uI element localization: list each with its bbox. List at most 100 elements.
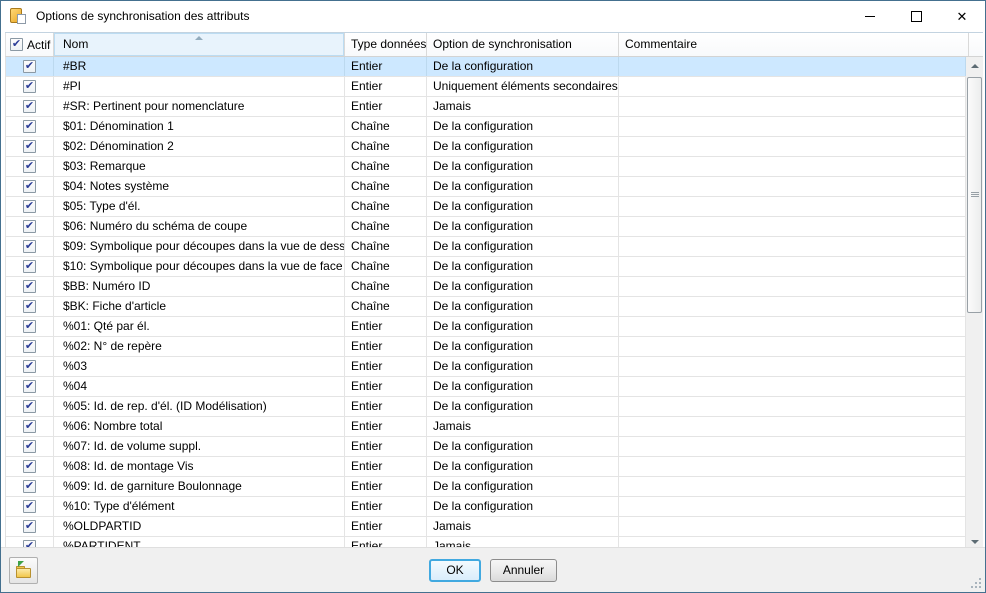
- table-row[interactable]: ✔ %08: Id. de montage Vis Entier De la c…: [6, 457, 966, 477]
- row-checkbox[interactable]: ✔: [23, 100, 36, 113]
- table-row[interactable]: ✔ %06: Nombre total Entier Jamais: [6, 417, 966, 437]
- table-row[interactable]: ✔ #SR: Pertinent pour nomenclature Entie…: [6, 97, 966, 117]
- row-checkbox[interactable]: ✔: [23, 160, 36, 173]
- row-checkbox[interactable]: ✔: [23, 380, 36, 393]
- comment-cell: [619, 237, 966, 256]
- table-row[interactable]: ✔ %03 Entier De la configuration: [6, 357, 966, 377]
- arrow-down-icon: [971, 540, 979, 544]
- table-row[interactable]: ✔ %OLDPARTID Entier Jamais: [6, 517, 966, 537]
- table-row[interactable]: ✔ %09: Id. de garniture Boulonnage Entie…: [6, 477, 966, 497]
- row-checkbox[interactable]: ✔: [23, 500, 36, 513]
- row-checkbox[interactable]: ✔: [23, 400, 36, 413]
- table-row[interactable]: ✔ $06: Numéro du schéma de coupe Chaîne …: [6, 217, 966, 237]
- table-row[interactable]: ✔ %05: Id. de rep. d'él. (ID Modélisatio…: [6, 397, 966, 417]
- column-header-nom[interactable]: Nom: [54, 33, 345, 56]
- row-checkbox[interactable]: ✔: [23, 60, 36, 73]
- table-row[interactable]: ✔ %04 Entier De la configuration: [6, 377, 966, 397]
- sync-option-cell: De la configuration: [427, 357, 619, 376]
- row-checkbox[interactable]: ✔: [23, 300, 36, 313]
- close-button[interactable]: ✕: [939, 1, 985, 31]
- comment-cell: [619, 397, 966, 416]
- maximize-icon: [911, 11, 922, 22]
- attribute-type-cell: Chaîne: [345, 217, 427, 236]
- import-config-button[interactable]: [9, 557, 38, 584]
- minimize-button[interactable]: [847, 1, 893, 31]
- row-checkbox[interactable]: ✔: [23, 140, 36, 153]
- vertical-scrollbar[interactable]: [966, 57, 983, 550]
- column-header-actif[interactable]: ✔ Actif: [6, 33, 54, 56]
- maximize-button[interactable]: [893, 1, 939, 31]
- attribute-type-cell: Chaîne: [345, 157, 427, 176]
- row-checkbox-cell: ✔: [6, 497, 54, 516]
- check-icon: ✔: [25, 121, 34, 132]
- attribute-name-cell: $01: Dénomination 1: [54, 117, 345, 136]
- attribute-type-cell: Entier: [345, 417, 427, 436]
- sync-option-cell: De la configuration: [427, 177, 619, 196]
- row-checkbox[interactable]: ✔: [23, 440, 36, 453]
- column-header-type[interactable]: Type données: [345, 33, 427, 56]
- table-row[interactable]: ✔ $BB: Numéro ID Chaîne De la configurat…: [6, 277, 966, 297]
- sync-option-cell: De la configuration: [427, 317, 619, 336]
- scroll-up-button[interactable]: [966, 57, 983, 74]
- column-header-sync-label: Option de synchronisation: [433, 37, 572, 51]
- check-icon: ✔: [25, 201, 34, 212]
- table-row[interactable]: ✔ $01: Dénomination 1 Chaîne De la confi…: [6, 117, 966, 137]
- column-header-actif-label: Actif: [27, 34, 50, 56]
- attribute-name-cell: %05: Id. de rep. d'él. (ID Modélisation): [54, 397, 345, 416]
- row-checkbox-cell: ✔: [6, 177, 54, 196]
- column-header-sync[interactable]: Option de synchronisation: [427, 33, 619, 56]
- row-checkbox[interactable]: ✔: [23, 220, 36, 233]
- table-row[interactable]: ✔ %01: Qté par él. Entier De la configur…: [6, 317, 966, 337]
- sync-option-cell: De la configuration: [427, 337, 619, 356]
- column-header-nom-label: Nom: [63, 37, 88, 51]
- table-row[interactable]: ✔ $04: Notes système Chaîne De la config…: [6, 177, 966, 197]
- row-checkbox[interactable]: ✔: [23, 520, 36, 533]
- check-icon: ✔: [25, 401, 34, 412]
- row-checkbox[interactable]: ✔: [23, 420, 36, 433]
- row-checkbox[interactable]: ✔: [23, 200, 36, 213]
- row-checkbox-cell: ✔: [6, 317, 54, 336]
- table-row[interactable]: ✔ %10: Type d'élément Entier De la confi…: [6, 497, 966, 517]
- table-row[interactable]: ✔ $05: Type d'él. Chaîne De la configura…: [6, 197, 966, 217]
- row-checkbox[interactable]: ✔: [23, 320, 36, 333]
- table-row[interactable]: ✔ $10: Symbolique pour découpes dans la …: [6, 257, 966, 277]
- row-checkbox-cell: ✔: [6, 157, 54, 176]
- sync-option-cell: De la configuration: [427, 197, 619, 216]
- row-checkbox[interactable]: ✔: [23, 80, 36, 93]
- attribute-name-cell: %02: N° de repère: [54, 337, 345, 356]
- table-row[interactable]: ✔ #BR Entier De la configuration: [6, 57, 966, 77]
- table-row[interactable]: ✔ #PI Entier Uniquement éléments seconda…: [6, 77, 966, 97]
- comment-cell: [619, 297, 966, 316]
- resize-grip[interactable]: [969, 576, 982, 589]
- row-checkbox-cell: ✔: [6, 377, 54, 396]
- table-row[interactable]: ✔ $BK: Fiche d'article Chaîne De la conf…: [6, 297, 966, 317]
- table-row[interactable]: ✔ %07: Id. de volume suppl. Entier De la…: [6, 437, 966, 457]
- attribute-type-cell: Chaîne: [345, 117, 427, 136]
- sync-option-cell: Jamais: [427, 417, 619, 436]
- cancel-button[interactable]: Annuler: [490, 559, 557, 582]
- table-row[interactable]: ✔ %02: N° de repère Entier De la configu…: [6, 337, 966, 357]
- row-checkbox[interactable]: ✔: [23, 180, 36, 193]
- sync-option-cell: Jamais: [427, 97, 619, 116]
- sync-option-cell: De la configuration: [427, 297, 619, 316]
- row-checkbox[interactable]: ✔: [23, 360, 36, 373]
- row-checkbox[interactable]: ✔: [23, 460, 36, 473]
- row-checkbox[interactable]: ✔: [23, 340, 36, 353]
- check-icon: ✔: [25, 81, 34, 92]
- ok-button[interactable]: OK: [429, 559, 481, 582]
- row-checkbox[interactable]: ✔: [23, 120, 36, 133]
- sync-option-cell: De la configuration: [427, 497, 619, 516]
- check-icon: ✔: [12, 39, 21, 50]
- select-all-checkbox[interactable]: ✔: [10, 38, 23, 51]
- window-title: Options de synchronisation des attributs: [36, 9, 249, 23]
- row-checkbox[interactable]: ✔: [23, 240, 36, 253]
- row-checkbox[interactable]: ✔: [23, 480, 36, 493]
- scrollbar-thumb[interactable]: [967, 77, 982, 313]
- attribute-type-cell: Entier: [345, 477, 427, 496]
- column-header-comment[interactable]: Commentaire: [619, 33, 969, 56]
- table-row[interactable]: ✔ $09: Symbolique pour découpes dans la …: [6, 237, 966, 257]
- table-row[interactable]: ✔ $03: Remarque Chaîne De la configurati…: [6, 157, 966, 177]
- table-row[interactable]: ✔ $02: Dénomination 2 Chaîne De la confi…: [6, 137, 966, 157]
- row-checkbox[interactable]: ✔: [23, 280, 36, 293]
- row-checkbox[interactable]: ✔: [23, 260, 36, 273]
